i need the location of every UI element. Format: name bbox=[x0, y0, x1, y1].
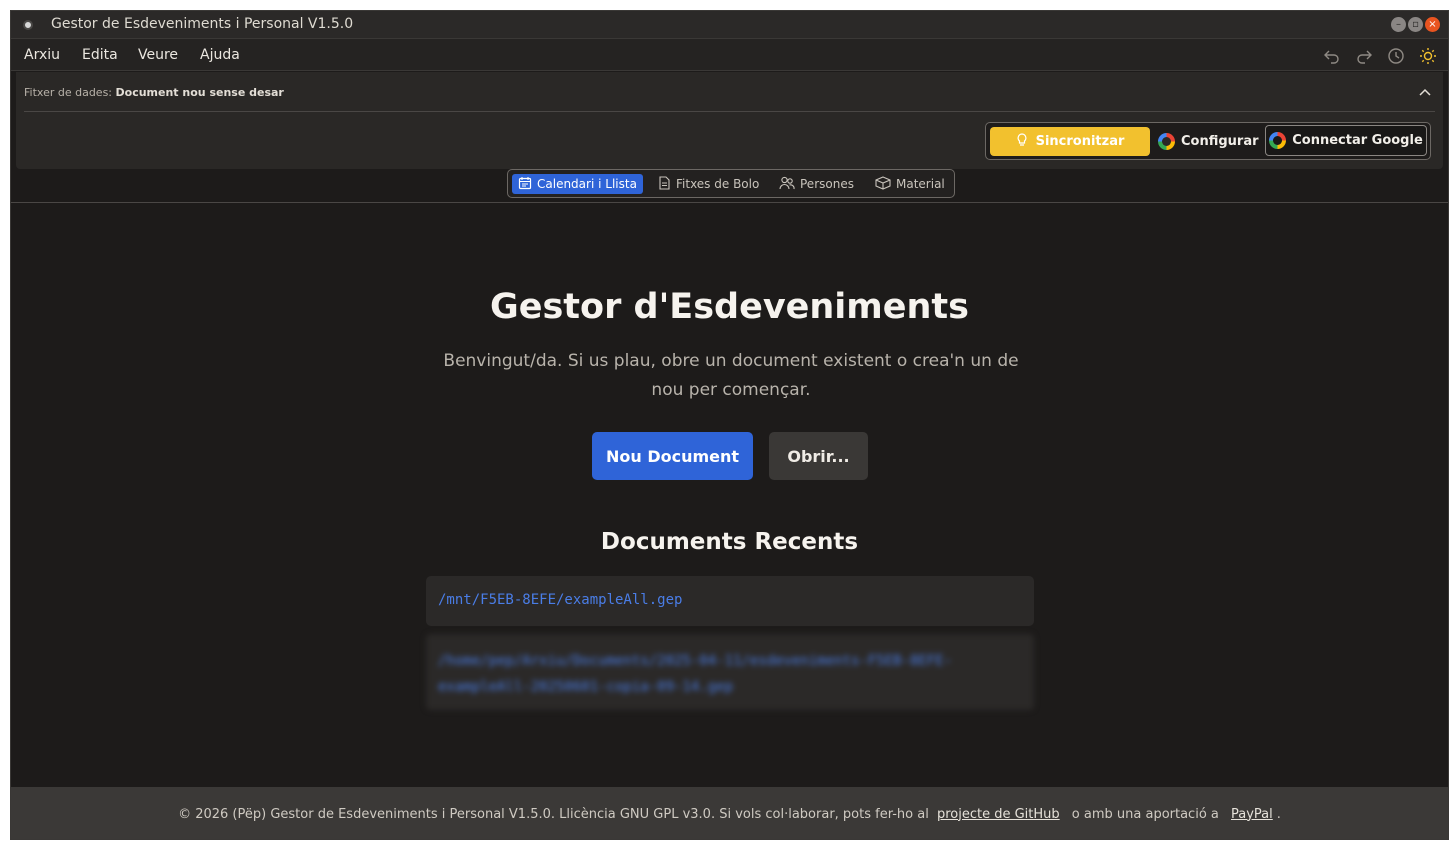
tab-calendar-label: Calendari i Llista bbox=[537, 177, 637, 191]
chevron-up-icon[interactable] bbox=[1417, 84, 1433, 100]
view-tabs: Calendari i Llista Fitxes de Bolo Person… bbox=[507, 169, 955, 198]
history-icon[interactable] bbox=[1386, 46, 1406, 66]
data-file-info: Fitxer de dades: Document nou sense desa… bbox=[24, 86, 284, 99]
window-title: Gestor de Esdeveniments i Personal V1.5.… bbox=[51, 16, 354, 32]
data-file-value: Document nou sense desar bbox=[115, 86, 284, 99]
page-title: Gestor d'Esdeveniments bbox=[490, 287, 969, 327]
paypal-link[interactable]: PayPal bbox=[1231, 807, 1273, 822]
undo-icon[interactable] bbox=[1322, 46, 1342, 66]
people-icon bbox=[779, 176, 795, 193]
app-icon bbox=[23, 20, 33, 30]
sync-button[interactable]: Sincronitzar bbox=[990, 127, 1150, 156]
menu-arxiu[interactable]: Arxiu bbox=[24, 47, 60, 63]
welcome-message: Benvingut/da. Si us plau, obre un docume… bbox=[443, 351, 1019, 400]
new-document-button[interactable]: Nou Document bbox=[592, 432, 753, 480]
open-document-button[interactable]: Obrir... bbox=[769, 432, 868, 480]
tab-people-label: Persones bbox=[800, 177, 854, 191]
title-bar: Gestor de Esdeveniments i Personal V1.5.… bbox=[11, 11, 1448, 38]
footer-text: © 2026 (Pëp) Gestor de Esdeveniments i P… bbox=[178, 807, 1281, 822]
menu-ajuda[interactable]: Ajuda bbox=[200, 47, 240, 63]
recent-document-item[interactable]: /mnt/F5EB-8EFE/exampleAll.gep bbox=[426, 576, 1034, 626]
configure-button[interactable]: Configurar bbox=[1158, 127, 1259, 156]
tab-material[interactable]: Material bbox=[869, 174, 951, 194]
document-icon bbox=[657, 175, 671, 193]
footer-text-middle: o amb una aportació a bbox=[1071, 806, 1219, 822]
close-icon[interactable]: × bbox=[1425, 17, 1440, 32]
tab-gig-sheets-label: Fitxes de Bolo bbox=[676, 177, 760, 191]
welcome-screen: Gestor d'Esdeveniments Benvingut/da. Si … bbox=[11, 203, 1448, 787]
window-controls: – ▫ × bbox=[1391, 17, 1440, 32]
google-icon bbox=[1269, 132, 1287, 149]
sun-icon[interactable] bbox=[1418, 46, 1438, 66]
footer-text-end: . bbox=[1276, 806, 1281, 822]
tab-people[interactable]: Persones bbox=[773, 174, 860, 194]
bulb-icon bbox=[1016, 132, 1028, 151]
tab-calendar[interactable]: Calendari i Llista bbox=[512, 174, 643, 194]
sync-toolbar: Sincronitzar Configurar Connectar Google bbox=[985, 122, 1431, 160]
data-file-panel: Fitxer de dades: Document nou sense desa… bbox=[16, 72, 1443, 169]
menu-bar: Arxiu Edita Veure Ajuda bbox=[11, 38, 1448, 71]
panel-divider bbox=[24, 111, 1435, 112]
sync-button-label: Sincronitzar bbox=[1035, 134, 1125, 149]
connect-google-button[interactable]: Connectar Google bbox=[1265, 125, 1427, 156]
recent-document-item[interactable]: /home/pep/Arxiu/Documents/2025-04-11/esd… bbox=[426, 634, 1034, 710]
maximize-icon[interactable]: ▫ bbox=[1408, 17, 1423, 32]
minimize-icon[interactable]: – bbox=[1391, 17, 1406, 32]
menu-edita[interactable]: Edita bbox=[82, 47, 118, 63]
redo-icon[interactable] bbox=[1354, 46, 1374, 66]
app-window: Gestor de Esdeveniments i Personal V1.5.… bbox=[10, 10, 1449, 840]
recent-documents-title: Documents Recents bbox=[600, 529, 859, 555]
connect-google-label: Connectar Google bbox=[1292, 133, 1423, 148]
tab-gig-sheets[interactable]: Fitxes de Bolo bbox=[651, 174, 765, 194]
github-link[interactable]: projecte de GitHub bbox=[937, 807, 1060, 822]
configure-button-label: Configurar bbox=[1181, 134, 1259, 149]
calendar-icon bbox=[518, 176, 532, 193]
box-icon bbox=[875, 175, 891, 193]
footer-text-start: © 2026 (Pëp) Gestor de Esdeveniments i P… bbox=[178, 806, 929, 822]
footer: © 2026 (Pëp) Gestor de Esdeveniments i P… bbox=[11, 787, 1448, 839]
google-icon bbox=[1158, 133, 1175, 150]
menu-toolbar bbox=[1322, 46, 1438, 66]
data-file-label: Fitxer de dades: bbox=[24, 86, 113, 99]
tab-material-label: Material bbox=[896, 177, 945, 191]
menu-veure[interactable]: Veure bbox=[138, 47, 178, 63]
